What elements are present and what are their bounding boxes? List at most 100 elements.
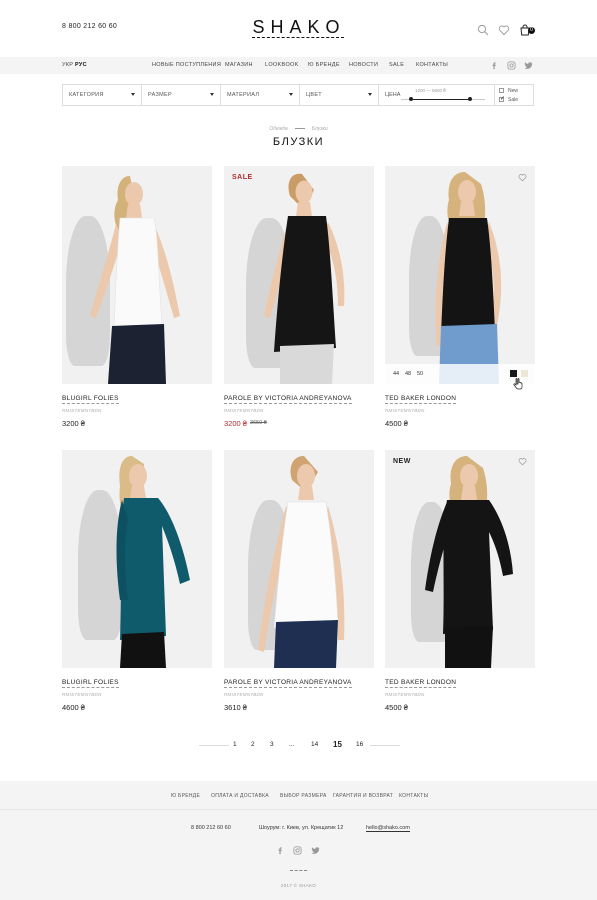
nav-lookbook[interactable]: LOOKBOOK [265,62,299,68]
filter-size[interactable]: РАЗМЕР [142,85,221,105]
footer-nav-size-guide[interactable]: ВЫБОР РАЗМЕРА [280,793,327,799]
product-sku: RMISTEMN7BDN [224,692,264,697]
product-brand[interactable]: PAROLE BY VICTORIA ANDREYANOVA [224,395,352,404]
footer-phone[interactable]: 8 800 212 60 60 [191,825,231,831]
page-link[interactable]: 16 [356,741,363,748]
product-card[interactable]: 44 48 50 TED BAKER LONDON RMISTEMN7BDN 4… [385,166,535,428]
filter-material-label: МАТЕРИАЛ [227,92,260,98]
filter-price-range: 1200 — 5600 ₴ [415,88,446,93]
chevron-down-icon [131,93,135,96]
page-ellipsis: ... [289,741,295,748]
product-image[interactable]: NEW [385,450,535,668]
product-card[interactable]: SALE PAROLE BY VICTORIA ANDREYANOVA RMIS… [224,166,374,428]
heart-icon[interactable] [518,173,527,182]
product-sku: RMISTEMN7BDN [62,692,102,697]
footer-logo-mark [290,870,307,871]
nav-sale[interactable]: SALE [389,62,404,68]
lang-rus[interactable]: РУС [75,62,87,68]
chevron-down-icon [210,93,214,96]
price-slider-max-handle[interactable] [467,97,472,101]
logo[interactable]: SHAKO [249,17,349,38]
price-slider-track[interactable] [401,99,485,100]
product-brand[interactable]: BLUGIRL FOLIES [62,395,119,404]
filter-material[interactable]: МАТЕРИАЛ [221,85,300,105]
logo-underline [252,37,344,39]
header-phone[interactable]: 8 800 212 60 60 [62,23,117,30]
product-card[interactable]: BLUGIRL FOLIES RMISTEMN7BDN 4600 ₴ [62,450,212,712]
footer-email[interactable]: hello@shako.com [366,825,410,832]
sale-badge: SALE [232,174,253,181]
nav-news[interactable]: НОВОСТИ [349,62,378,68]
product-price: 3200 ₴ [224,419,247,428]
product-price: 4600 ₴ [62,703,85,712]
instagram-icon[interactable] [507,61,516,70]
page-link[interactable]: 2 [251,741,255,748]
size-option[interactable]: 44 [393,371,399,377]
product-sku: RMISTEMN7BDN [62,408,102,413]
product-brand[interactable]: PAROLE BY VICTORIA ANDREYANOVA [224,679,352,688]
instagram-icon[interactable] [293,846,302,855]
checkbox-sale[interactable] [499,95,505,102]
product-image[interactable] [62,450,212,668]
breadcrumb: Одежда Блузки [0,126,597,132]
footer-nav-contacts[interactable]: КОНТАКТЫ [399,793,428,799]
cursor-icon [513,378,523,390]
footer: Ю БРЕНДЕ ОПЛАТА И ДОСТАВКА ВЫБОР РАЗМЕРА… [0,781,597,900]
pagination-prev-arrow[interactable] [199,745,229,746]
breadcrumb-item-blouses: Блузки [311,126,328,132]
twitter-icon[interactable] [524,61,533,70]
pagination-next-arrow[interactable] [370,745,400,746]
filter-sale-checkbox[interactable]: Sale [499,95,527,104]
footer-nav-payment[interactable]: ОПЛАТА И ДОСТАВКА [211,793,269,799]
footer-nav-returns[interactable]: ГАРАНТИЯ И ВОЗВРАТ [333,793,393,799]
filter-category-label: КАТЕГОРИЯ [69,92,104,98]
product-price: 4500 ₴ [385,703,408,712]
facebook-icon[interactable] [490,61,499,70]
nav-contacts[interactable]: КОНТАКТЫ [416,62,448,68]
product-sku: RMISTEMN7BDN [224,408,264,413]
breadcrumb-item-clothing[interactable]: Одежда [269,126,287,132]
color-swatch-black[interactable] [510,370,517,377]
product-brand[interactable]: BLUGIRL FOLIES [62,679,119,688]
product-brand[interactable]: TED BAKER LONDON [385,679,457,688]
color-swatch-cream[interactable] [521,370,528,377]
size-option[interactable]: 50 [417,371,423,377]
twitter-icon[interactable] [311,846,320,855]
page-link[interactable]: 3 [270,741,274,748]
product-brand[interactable]: TED BAKER LONDON [385,395,457,404]
page-link[interactable]: 14 [311,741,318,748]
product-image[interactable]: SALE [224,166,374,384]
lang-ukr[interactable]: УКР [62,62,73,68]
footer-address: Шоурум: г. Киев, ул. Крещатик 12 [259,825,344,831]
page-link-current[interactable]: 15 [333,740,342,749]
filter-new-checkbox[interactable]: New [499,87,527,95]
filter-bar: КАТЕГОРИЯ РАЗМЕР МАТЕРИАЛ ЦВЕТ ЦЕНА 1200… [62,84,534,106]
main-nav: УКР РУС НОВЫЕ ПОСТУПЛЕНИЯ МАГАЗИН LOOKBO… [0,57,597,74]
filter-price: ЦЕНА 1200 — 5600 ₴ [379,85,495,105]
page-link[interactable]: 1 [233,741,237,748]
filter-new-label: New [508,88,519,94]
product-card[interactable]: PAROLE BY VICTORIA ANDREYANOVA RMISTEMN7… [224,450,374,712]
chevron-down-icon [368,93,372,96]
size-option[interactable]: 48 [405,371,411,377]
filter-color[interactable]: ЦВЕТ [300,85,379,105]
heart-icon[interactable] [498,24,510,36]
checkbox-new[interactable] [499,88,504,93]
nav-about-brand[interactable]: Ю БРЕНДЕ [308,62,340,68]
filter-sale-label: Sale [508,97,519,103]
product-card[interactable]: BLUGIRL FOLIES RMISTEMN7BDN 3200 ₴ [62,166,212,428]
search-icon[interactable] [477,24,489,36]
facebook-icon[interactable] [276,846,285,855]
heart-icon[interactable] [518,457,527,466]
product-card[interactable]: NEW TED BAKER LONDON RMISTEMN7BDN 4500 ₴ [385,450,535,712]
nav-shop[interactable]: МАГАЗИН [225,62,253,68]
product-price: 3610 ₴ [224,703,247,712]
new-badge: NEW [393,458,411,465]
product-image[interactable] [224,450,374,668]
filter-category[interactable]: КАТЕГОРИЯ [63,85,142,105]
footer-nav-about[interactable]: Ю БРЕНДЕ [171,793,200,799]
price-slider-min-handle[interactable] [409,97,414,101]
nav-new-arrivals[interactable]: НОВЫЕ ПОСТУПЛЕНИЯ [152,62,221,68]
product-image[interactable] [62,166,212,384]
product-image[interactable]: 44 48 50 [385,166,535,384]
